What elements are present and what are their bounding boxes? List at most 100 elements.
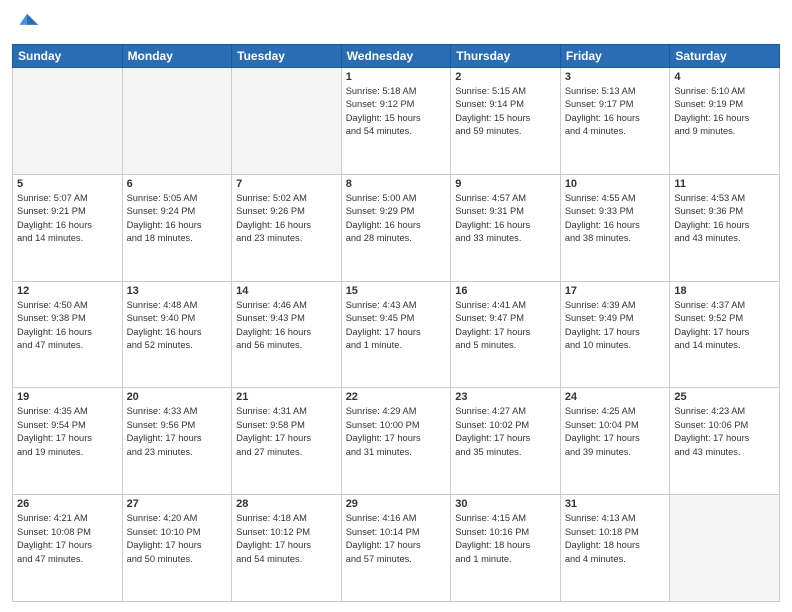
calendar-day-cell <box>670 495 780 602</box>
day-info: Sunrise: 4:33 AM Sunset: 9:56 PM Dayligh… <box>127 405 228 459</box>
calendar-day-cell: 2 Sunrise: 5:15 AM Sunset: 9:14 PM Daylig… <box>451 68 561 175</box>
calendar-day-cell: 26 Sunrise: 4:21 AM Sunset: 10:08 PM Dayl… <box>13 495 123 602</box>
calendar-day-cell: 7Sunrise: 5:02 AM Sunset: 9:26 PM Daylig… <box>232 174 342 281</box>
calendar-day-header: Friday <box>560 45 670 68</box>
calendar-week-row: 5 Sunrise: 5:07 AM Sunset: 9:21 PM Daylig… <box>13 174 780 281</box>
day-info: Sunrise: 5:05 AM Sunset: 9:24 PM Dayligh… <box>127 192 228 246</box>
day-info: Sunrise: 5:07 AM Sunset: 9:21 PM Dayligh… <box>17 192 118 246</box>
day-number: 2 <box>455 71 556 83</box>
day-number: 14 <box>236 285 337 297</box>
day-info: Sunrise: 4:13 AM Sunset: 10:18 PM Daylig… <box>565 512 666 566</box>
day-info: Sunrise: 5:10 AM Sunset: 9:19 PM Dayligh… <box>674 85 775 139</box>
day-number: 20 <box>127 391 228 403</box>
day-info: Sunrise: 4:21 AM Sunset: 10:08 PM Daylig… <box>17 512 118 566</box>
calendar-day-cell: 23Sunrise: 4:27 AM Sunset: 10:02 PM Dayl… <box>451 388 561 495</box>
day-info: Sunrise: 4:53 AM Sunset: 9:36 PM Dayligh… <box>674 192 775 246</box>
calendar-day-cell: 12Sunrise: 4:50 AM Sunset: 9:38 PM Dayli… <box>13 281 123 388</box>
calendar-day-cell: 30 Sunrise: 4:15 AM Sunset: 10:16 PM Dayl… <box>451 495 561 602</box>
day-info: Sunrise: 4:46 AM Sunset: 9:43 PM Dayligh… <box>236 299 337 353</box>
day-number: 6 <box>127 178 228 190</box>
day-info: Sunrise: 4:39 AM Sunset: 9:49 PM Dayligh… <box>565 299 666 353</box>
calendar-day-cell: 18 Sunrise: 4:37 AM Sunset: 9:52 PM Dayli… <box>670 281 780 388</box>
day-info: Sunrise: 4:15 AM Sunset: 10:16 PM Daylig… <box>455 512 556 566</box>
calendar-day-cell: 3 Sunrise: 5:13 AM Sunset: 9:17 PM Daylig… <box>560 68 670 175</box>
day-number: 17 <box>565 285 666 297</box>
day-number: 21 <box>236 391 337 403</box>
calendar-day-cell: 9Sunrise: 4:57 AM Sunset: 9:31 PM Daylig… <box>451 174 561 281</box>
calendar-day-header: Tuesday <box>232 45 342 68</box>
day-number: 9 <box>455 178 556 190</box>
day-info: Sunrise: 4:29 AM Sunset: 10:00 PM Daylig… <box>346 405 447 459</box>
day-number: 5 <box>17 178 118 190</box>
day-info: Sunrise: 4:41 AM Sunset: 9:47 PM Dayligh… <box>455 299 556 353</box>
day-info: Sunrise: 5:13 AM Sunset: 9:17 PM Dayligh… <box>565 85 666 139</box>
calendar-day-cell: 17 Sunrise: 4:39 AM Sunset: 9:49 PM Dayli… <box>560 281 670 388</box>
calendar-day-cell: 6 Sunrise: 5:05 AM Sunset: 9:24 PM Daylig… <box>122 174 232 281</box>
day-number: 31 <box>565 498 666 510</box>
calendar-day-cell: 14 Sunrise: 4:46 AM Sunset: 9:43 PM Dayli… <box>232 281 342 388</box>
calendar-day-cell: 22Sunrise: 4:29 AM Sunset: 10:00 PM Dayl… <box>341 388 451 495</box>
day-info: Sunrise: 4:25 AM Sunset: 10:04 PM Daylig… <box>565 405 666 459</box>
day-info: Sunrise: 4:20 AM Sunset: 10:10 PM Daylig… <box>127 512 228 566</box>
day-number: 26 <box>17 498 118 510</box>
calendar-day-cell: 8Sunrise: 5:00 AM Sunset: 9:29 PM Daylig… <box>341 174 451 281</box>
day-number: 10 <box>565 178 666 190</box>
calendar-day-header: Thursday <box>451 45 561 68</box>
day-number: 30 <box>455 498 556 510</box>
calendar-day-cell <box>13 68 123 175</box>
calendar-day-cell: 31 Sunrise: 4:13 AM Sunset: 10:18 PM Dayl… <box>560 495 670 602</box>
calendar-day-cell <box>232 68 342 175</box>
logo <box>12 10 44 38</box>
day-number: 4 <box>674 71 775 83</box>
day-info: Sunrise: 4:50 AM Sunset: 9:38 PM Dayligh… <box>17 299 118 353</box>
calendar-week-row: 12Sunrise: 4:50 AM Sunset: 9:38 PM Dayli… <box>13 281 780 388</box>
day-info: Sunrise: 5:18 AM Sunset: 9:12 PM Dayligh… <box>346 85 447 139</box>
calendar-day-header: Wednesday <box>341 45 451 68</box>
calendar-header-row: SundayMondayTuesdayWednesdayThursdayFrid… <box>13 45 780 68</box>
day-number: 28 <box>236 498 337 510</box>
day-number: 13 <box>127 285 228 297</box>
calendar-day-cell: 16Sunrise: 4:41 AM Sunset: 9:47 PM Dayli… <box>451 281 561 388</box>
day-info: Sunrise: 4:23 AM Sunset: 10:06 PM Daylig… <box>674 405 775 459</box>
day-number: 29 <box>346 498 447 510</box>
day-info: Sunrise: 4:48 AM Sunset: 9:40 PM Dayligh… <box>127 299 228 353</box>
calendar-day-cell: 28 Sunrise: 4:18 AM Sunset: 10:12 PM Dayl… <box>232 495 342 602</box>
day-number: 3 <box>565 71 666 83</box>
calendar-day-cell: 1Sunrise: 5:18 AM Sunset: 9:12 PM Daylig… <box>341 68 451 175</box>
calendar-week-row: 19Sunrise: 4:35 AM Sunset: 9:54 PM Dayli… <box>13 388 780 495</box>
calendar-day-cell: 10 Sunrise: 4:55 AM Sunset: 9:33 PM Dayli… <box>560 174 670 281</box>
calendar-day-cell: 19Sunrise: 4:35 AM Sunset: 9:54 PM Dayli… <box>13 388 123 495</box>
day-number: 19 <box>17 391 118 403</box>
calendar-day-cell <box>122 68 232 175</box>
day-info: Sunrise: 5:15 AM Sunset: 9:14 PM Dayligh… <box>455 85 556 139</box>
calendar-day-cell: 24 Sunrise: 4:25 AM Sunset: 10:04 PM Dayl… <box>560 388 670 495</box>
day-info: Sunrise: 5:02 AM Sunset: 9:26 PM Dayligh… <box>236 192 337 246</box>
day-info: Sunrise: 4:55 AM Sunset: 9:33 PM Dayligh… <box>565 192 666 246</box>
calendar-day-cell: 4 Sunrise: 5:10 AM Sunset: 9:19 PM Daylig… <box>670 68 780 175</box>
day-number: 25 <box>674 391 775 403</box>
day-info: Sunrise: 4:27 AM Sunset: 10:02 PM Daylig… <box>455 405 556 459</box>
day-number: 15 <box>346 285 447 297</box>
day-info: Sunrise: 4:18 AM Sunset: 10:12 PM Daylig… <box>236 512 337 566</box>
day-info: Sunrise: 4:37 AM Sunset: 9:52 PM Dayligh… <box>674 299 775 353</box>
day-number: 18 <box>674 285 775 297</box>
calendar-week-row: 1Sunrise: 5:18 AM Sunset: 9:12 PM Daylig… <box>13 68 780 175</box>
day-info: Sunrise: 4:31 AM Sunset: 9:58 PM Dayligh… <box>236 405 337 459</box>
day-info: Sunrise: 4:43 AM Sunset: 9:45 PM Dayligh… <box>346 299 447 353</box>
calendar-day-cell: 15 Sunrise: 4:43 AM Sunset: 9:45 PM Dayli… <box>341 281 451 388</box>
calendar-day-cell: 29 Sunrise: 4:16 AM Sunset: 10:14 PM Dayl… <box>341 495 451 602</box>
calendar-day-header: Monday <box>122 45 232 68</box>
day-info: Sunrise: 5:00 AM Sunset: 9:29 PM Dayligh… <box>346 192 447 246</box>
calendar-day-cell: 25 Sunrise: 4:23 AM Sunset: 10:06 PM Dayl… <box>670 388 780 495</box>
day-info: Sunrise: 4:16 AM Sunset: 10:14 PM Daylig… <box>346 512 447 566</box>
calendar-day-cell: 13 Sunrise: 4:48 AM Sunset: 9:40 PM Dayli… <box>122 281 232 388</box>
page: SundayMondayTuesdayWednesdayThursdayFrid… <box>0 0 792 612</box>
calendar-day-cell: 11Sunrise: 4:53 AM Sunset: 9:36 PM Dayli… <box>670 174 780 281</box>
calendar: SundayMondayTuesdayWednesdayThursdayFrid… <box>12 44 780 602</box>
day-number: 24 <box>565 391 666 403</box>
calendar-day-header: Saturday <box>670 45 780 68</box>
calendar-day-cell: 27Sunrise: 4:20 AM Sunset: 10:10 PM Dayl… <box>122 495 232 602</box>
logo-icon <box>12 10 40 38</box>
calendar-day-header: Sunday <box>13 45 123 68</box>
calendar-week-row: 26 Sunrise: 4:21 AM Sunset: 10:08 PM Dayl… <box>13 495 780 602</box>
